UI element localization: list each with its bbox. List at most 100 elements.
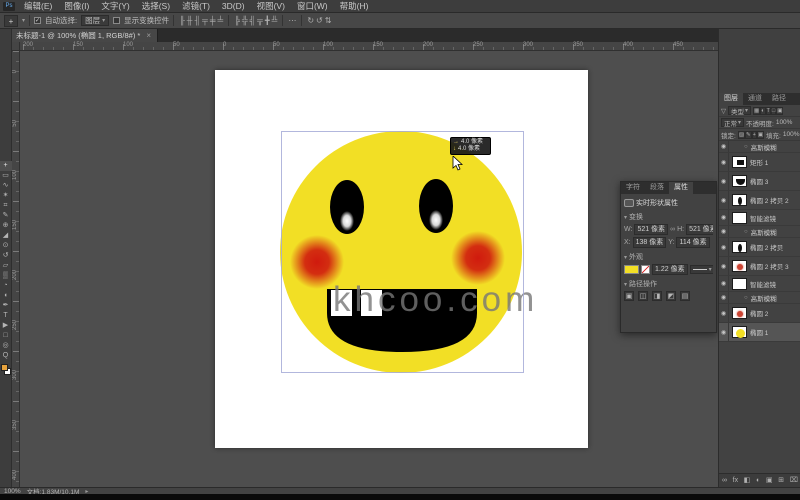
blend-mode-dropdown[interactable]: 正常 ▾ [721, 118, 744, 127]
menu-item-3[interactable]: 文字(Y) [95, 0, 135, 13]
layer-row[interactable]: ◉ 椭圆 3 [719, 172, 800, 191]
stroke-type-dropdown[interactable]: ▾ [690, 265, 713, 274]
layer-row[interactable]: ◉智能滤镜 [719, 210, 800, 226]
menu-item-9[interactable]: 帮助(H) [334, 0, 375, 13]
layer-effects-icon[interactable]: fx [733, 474, 738, 487]
menu-item-4[interactable]: 选择(S) [136, 0, 176, 13]
stroke-width-field[interactable]: 1.22 像素 [652, 264, 688, 275]
distribute-vertical-centers-icon[interactable]: ╬ [241, 16, 249, 25]
menu-item-1[interactable]: 编辑(E) [18, 0, 58, 13]
layer-name[interactable]: 椭圆 2 拷贝 3 [750, 261, 789, 271]
canvas-artboard[interactable]: khcoo.com → 4.0 像素 ↓ 4.0 像素 [215, 70, 588, 448]
layer-thumbnail[interactable] [732, 194, 747, 206]
menu-item-5[interactable]: 滤镜(T) [176, 0, 216, 13]
smart-filter-mask-thumbnail[interactable] [732, 278, 747, 290]
layer-row[interactable]: ◉ 椭圆 2 [719, 304, 800, 323]
visibility-eye-icon[interactable]: ◉ [719, 304, 729, 322]
lock-paint-icon[interactable]: ✎ [745, 131, 752, 139]
layer-row[interactable]: ◉○高斯模糊 [719, 141, 800, 153]
layer-name[interactable]: 智能滤镜 [750, 279, 776, 289]
layer-row[interactable]: ◉矩形 1 [719, 153, 800, 172]
h-value-field[interactable]: 521 像素 [686, 224, 713, 235]
layer-name[interactable]: 椭圆 3 [750, 176, 768, 186]
layers-tab-1[interactable]: 图层 [719, 93, 743, 105]
link-layers-icon[interactable]: ∞ [722, 474, 727, 487]
add-layer-mask-icon[interactable]: ◧ [744, 474, 751, 487]
auto-select-checkbox[interactable]: ✓ [34, 17, 41, 24]
fill-color-swatch[interactable] [624, 265, 639, 274]
canvas-pasteboard[interactable]: khcoo.com → 4.0 像素 ↓ 4.0 像素 [20, 51, 718, 487]
distribute-top-edges-icon[interactable]: ╠ [233, 16, 241, 25]
filter-smart-objects-icon[interactable]: ▣ [776, 107, 783, 115]
visibility-eye-icon[interactable]: ◉ [719, 292, 729, 303]
dodge-tool[interactable]: ◖ [0, 291, 12, 301]
brush-tool[interactable]: ◢ [0, 231, 12, 241]
ruler-top[interactable]: 2001501005005010015020025030035040045050… [20, 42, 718, 51]
layer-name[interactable]: 椭圆 2 [750, 308, 768, 318]
align-top-edges-icon[interactable]: ╤ [201, 16, 209, 25]
hand-tool[interactable]: ◎ [0, 341, 12, 351]
layer-thumbnail[interactable] [732, 156, 747, 168]
zoom-tool[interactable]: Q [0, 351, 12, 361]
path-selection-tool[interactable]: ▶ [0, 321, 12, 331]
chevron-down-icon[interactable]: ▾ [624, 254, 627, 261]
3d-drag-icon[interactable]: ⇅ [324, 16, 333, 25]
properties-tab-2[interactable]: 段落 [645, 182, 669, 194]
new-layer-icon[interactable]: ⊞ [778, 474, 784, 487]
menu-item-2[interactable]: 图像(I) [58, 0, 95, 13]
pen-tool[interactable]: ✒ [0, 301, 12, 311]
filter-adjustment-layers-icon[interactable]: ◐ [760, 107, 765, 115]
rectangular-marquee-tool[interactable]: ▭ [0, 171, 12, 181]
move-tool[interactable]: + [0, 161, 12, 171]
subtract-front-shape-icon[interactable]: ◫ [638, 291, 648, 301]
lasso-tool[interactable]: ∿ [0, 181, 12, 191]
layers-tab-3[interactable]: 路径 [767, 93, 791, 105]
layer-row[interactable]: ◉ 椭圆 2 拷贝 3 [719, 257, 800, 276]
close-icon[interactable]: × [146, 31, 151, 40]
visibility-eye-icon[interactable]: ◉ [719, 257, 729, 275]
merge-shape-components-icon[interactable]: ▤ [680, 291, 690, 301]
transform-bounding-box[interactable] [281, 131, 524, 373]
auto-select-dropdown[interactable]: 图层 ▾ [81, 15, 109, 26]
rectangle-tool[interactable]: □ [0, 331, 12, 341]
quick-selection-tool[interactable]: ✶ [0, 191, 12, 201]
layer-row[interactable]: ◉椭圆 1 [719, 323, 800, 342]
layer-thumbnail[interactable] [732, 241, 747, 253]
distribute-right-edges-icon[interactable]: ╩ [271, 16, 279, 25]
properties-tab-1[interactable]: 字符 [621, 182, 645, 194]
visibility-eye-icon[interactable]: ◉ [719, 238, 729, 256]
visibility-eye-icon[interactable]: ◉ [719, 210, 729, 225]
w-value-field[interactable]: 521 像素 [634, 224, 668, 235]
layer-name[interactable]: 高斯模糊 [751, 142, 777, 152]
document-tab[interactable]: 未标题-1 @ 100% (椭圆 1, RGB/8#) * × [10, 29, 158, 42]
opacity-value[interactable]: 100% [776, 119, 793, 126]
layer-row[interactable]: ◉○高斯模糊 [719, 226, 800, 238]
lock-all-icon[interactable]: ▣ [757, 131, 764, 139]
combine-shapes-icon[interactable]: ▣ [624, 291, 634, 301]
layer-row[interactable]: ◉智能滤镜 [719, 276, 800, 292]
intersect-shapes-icon[interactable]: ◨ [652, 291, 662, 301]
crop-tool[interactable]: ⌗ [0, 201, 12, 211]
visibility-eye-icon[interactable]: ◉ [719, 191, 729, 209]
visibility-eye-icon[interactable]: ◉ [719, 172, 729, 190]
3d-roll-icon[interactable]: ↺ [315, 16, 324, 25]
align-right-edges-icon[interactable]: ╢ [193, 16, 201, 25]
layer-thumbnail[interactable] [732, 307, 747, 319]
properties-tab-3[interactable]: 属性 [669, 182, 693, 194]
menu-item-7[interactable]: 视图(V) [251, 0, 291, 13]
layer-thumbnail[interactable] [732, 326, 747, 338]
new-adjustment-layer-icon[interactable]: ◐ [756, 474, 760, 487]
align-left-edges-icon[interactable]: ╟ [178, 16, 186, 25]
delete-layer-icon[interactable]: ⌧ [790, 474, 798, 487]
foreground-color-swatch[interactable] [1, 364, 8, 371]
x-value-field[interactable]: 138 像素 [633, 237, 667, 248]
clone-stamp-tool[interactable]: ⊙ [0, 241, 12, 251]
visibility-eye-icon[interactable]: ◉ [719, 141, 729, 152]
layer-filter-kind-dropdown[interactable]: 类型 ▾ [728, 106, 751, 115]
stroke-color-swatch[interactable] [641, 265, 650, 274]
layer-row[interactable]: ◉○高斯模糊 [719, 292, 800, 304]
menu-item-8[interactable]: 窗口(W) [291, 0, 334, 13]
history-brush-tool[interactable]: ↺ [0, 251, 12, 261]
menu-item-6[interactable]: 3D(D) [216, 0, 251, 13]
layer-name[interactable]: 椭圆 1 [750, 327, 768, 337]
